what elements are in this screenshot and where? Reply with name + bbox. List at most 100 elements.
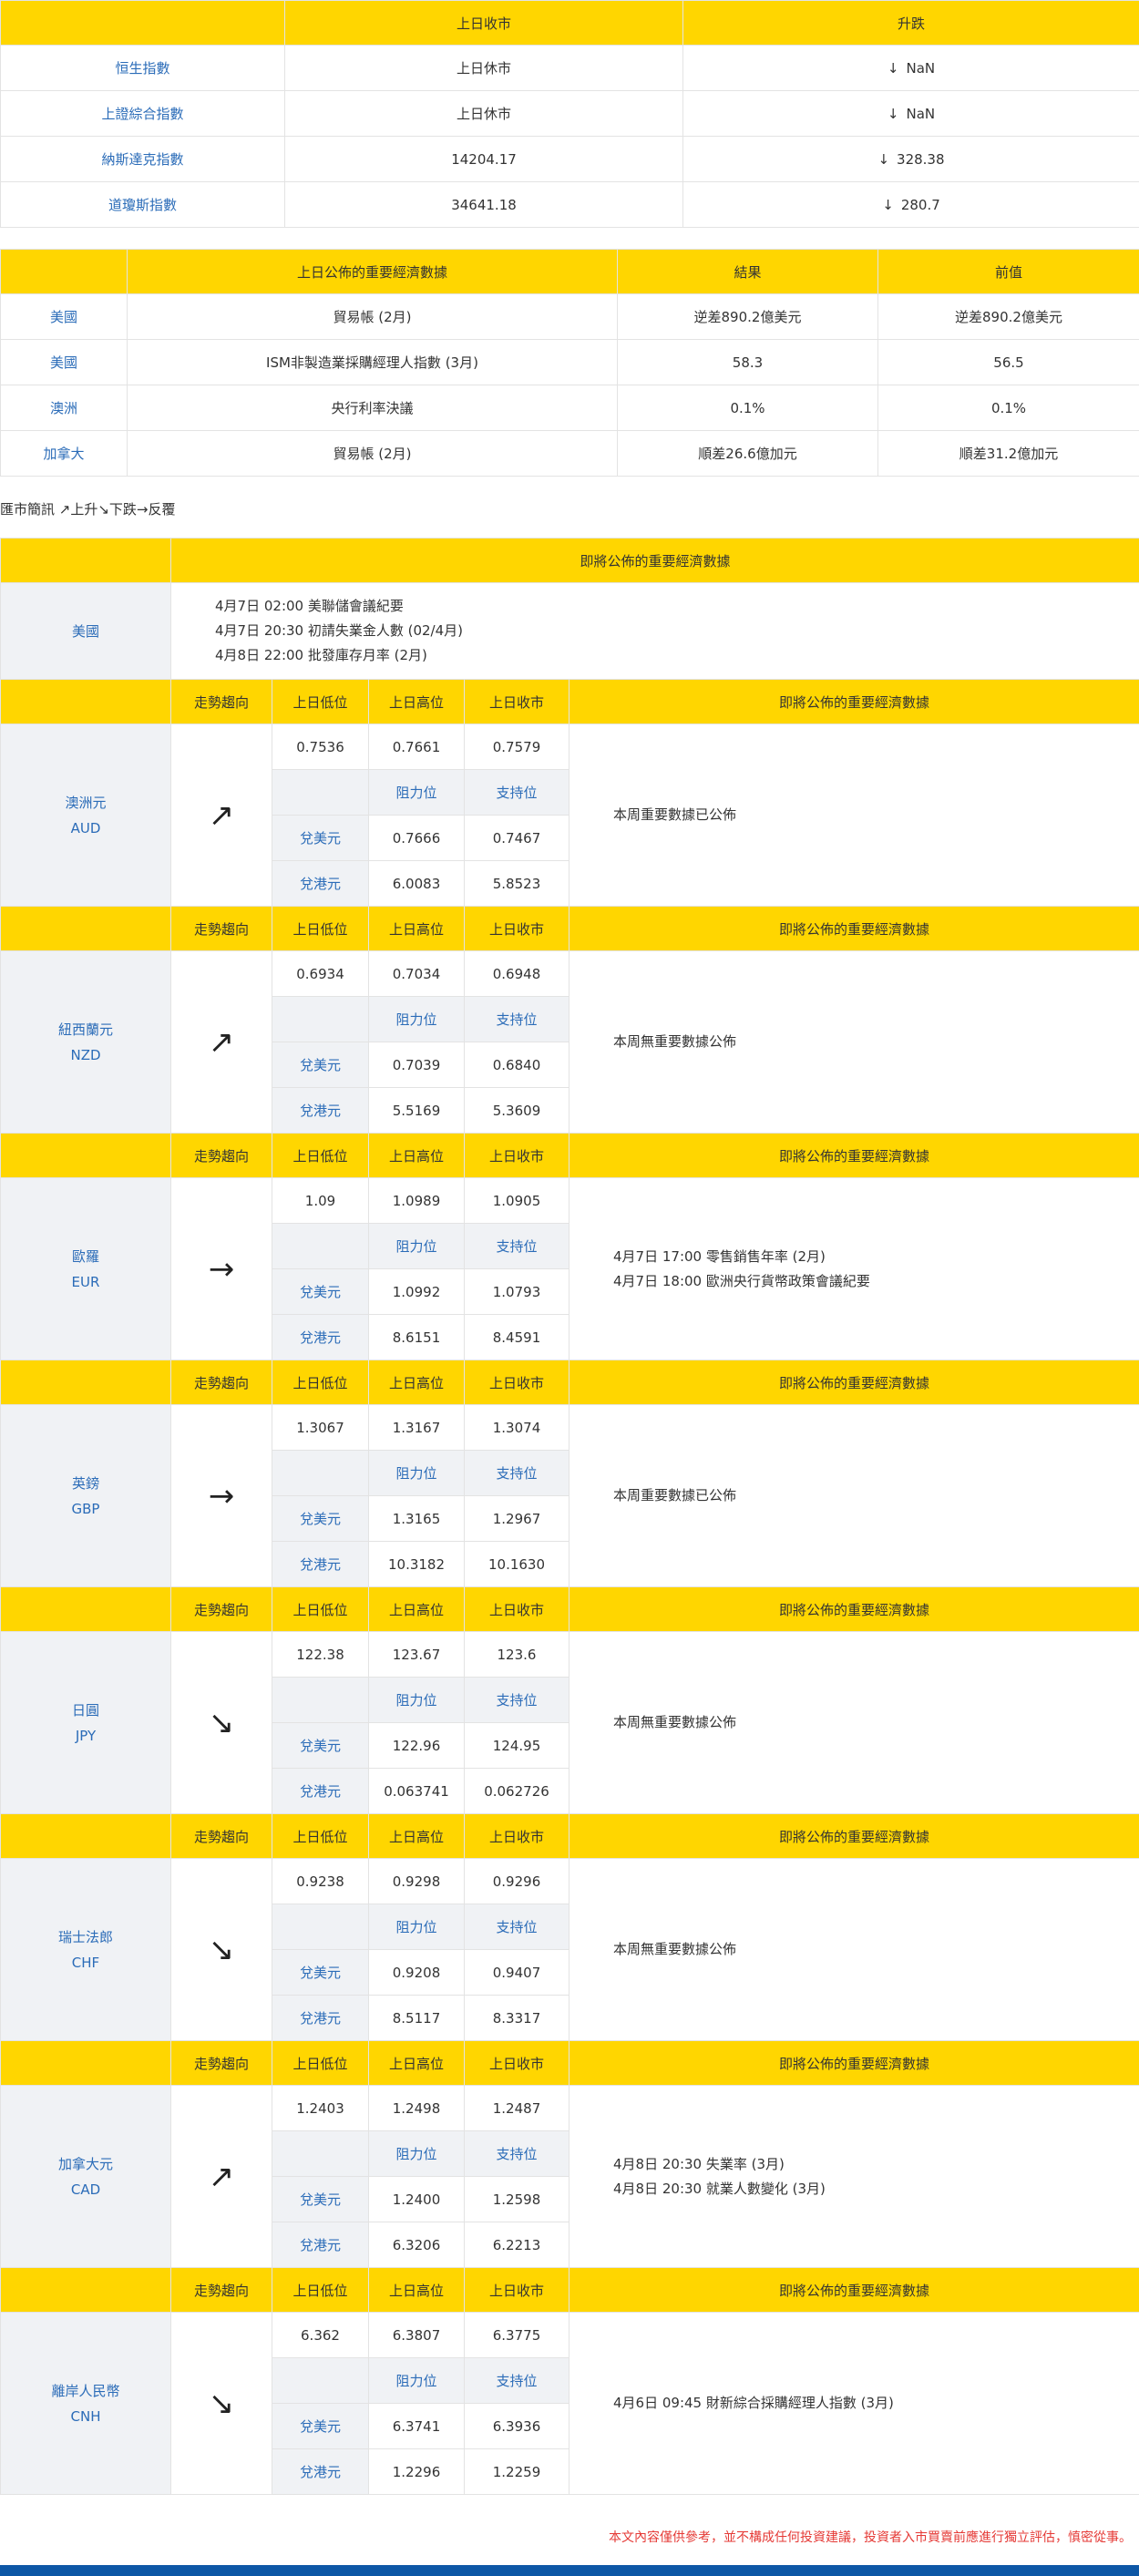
currency-code: CAD [70,2181,101,2198]
currency-header-close: 上日收市 [464,906,570,951]
prev-close: 1.2487 [464,2085,570,2131]
upcoming-row: 美國 4月7日 02:00 美聯儲會議紀要 4月7日 20:30 初請失業金人數… [0,582,1139,680]
resistance-label: 阻力位 [368,1223,465,1269]
prev-high: 0.7661 [368,724,465,770]
currency-header-trend: 走勢趨向 [170,679,272,724]
currency-header-low: 上日低位 [272,2267,369,2313]
currency-header-trend: 走勢趨向 [170,1133,272,1178]
currency-event: 4月6日 09:45 財新綜合採購經理人指數 (3月) [613,2395,894,2411]
level-header-blank [272,2357,369,2404]
currency-header-high: 上日高位 [368,679,465,724]
currency-header-close: 上日收市 [464,1360,570,1405]
currency-code: AUD [70,819,101,836]
economic-header-item: 上日公佈的重要經濟數據 [127,249,618,294]
economic-country: 加拿大 [0,430,128,477]
prev-high: 123.67 [368,1631,465,1678]
currency-header-high: 上日高位 [368,1586,465,1632]
currency-header-trend: 走勢趨向 [170,2040,272,2086]
support-label: 支持位 [464,996,570,1042]
level-header-blank [272,769,369,816]
prev-close: 123.6 [464,1631,570,1678]
usd-resistance: 0.7039 [368,1042,465,1088]
fx-table: 即將公佈的重要經濟數據 美國 4月7日 02:00 美聯儲會議紀要 4月7日 2… [0,538,1139,2495]
prev-low: 0.9238 [272,1858,369,1904]
prev-close: 6.3775 [464,2312,570,2358]
currency-header-trend: 走勢趨向 [170,1360,272,1405]
currency-header-row: 走勢趨向 上日低位 上日高位 上日收市 即將公佈的重要經濟數據 [0,1586,1139,1632]
currency-header-low: 上日低位 [272,906,369,951]
hkd-support: 0.062726 [464,1768,570,1814]
upcoming-header-blank [0,538,171,583]
currency-header-row: 走勢趨向 上日低位 上日高位 上日收市 即將公佈的重要經濟數據 [0,1360,1139,1405]
currency-header-blank [0,679,171,724]
currency-header-events: 即將公佈的重要經濟數據 [569,2267,1139,2313]
prev-low: 1.09 [272,1177,369,1224]
usd-resistance: 1.0992 [368,1268,465,1315]
currency-header-blank [0,2040,171,2086]
currency-event: 本周重要數據已公佈 [613,1487,737,1504]
trend-arrow-icon: ↘ [170,1858,272,2041]
prev-high: 0.7034 [368,950,465,997]
trend-arrow-icon: ↘ [170,2312,272,2495]
vs-usd-label: 兌美元 [272,2176,369,2222]
prev-high: 6.3807 [368,2312,465,2358]
vs-usd-label: 兌美元 [272,1268,369,1315]
trend-arrow-icon: ↘ [170,1631,272,1814]
resistance-label: 阻力位 [368,769,465,816]
indices-row: 道瓊斯指數 34641.18 ↓ 280.7 [0,181,1139,228]
indices-header-close: 上日收市 [284,0,683,46]
index-close: 34641.18 [284,181,683,228]
support-label: 支持位 [464,769,570,816]
currency-name-zh: 歐羅 [71,1247,99,1265]
hkd-resistance: 8.6151 [368,1314,465,1360]
hkd-resistance: 6.3206 [368,2222,465,2268]
currency-values-row: 英鎊 GBP → 1.3067 1.3167 1.3074 本周重要數據已公佈 [0,1404,1139,1587]
down-arrow-icon: ↓ [877,150,890,168]
currency-code: JPY [75,1727,97,1744]
currency-header-trend: 走勢趨向 [170,1586,272,1632]
currency-values-row: 日圓 JPY ↘ 122.38 123.67 123.6 本周無重要數據公佈 [0,1631,1139,1814]
currency-header-trend: 走勢趨向 [170,906,272,951]
indices-header-blank [0,0,285,46]
fx-legend: 匯市簡訊 ↗上升↘下跌→反覆 [0,501,176,518]
level-header-blank [272,2130,369,2177]
currency-name-zh: 澳洲元 [65,794,107,811]
economic-previous: 順差31.2億加元 [877,430,1139,477]
usd-support: 0.6840 [464,1042,570,1088]
vs-usd-label: 兌美元 [272,1042,369,1088]
prev-close: 1.3074 [464,1404,570,1451]
trend-arrow-icon: → [170,1404,272,1587]
currency-header-row: 走勢趨向 上日低位 上日高位 上日收市 即將公佈的重要經濟數據 [0,1133,1139,1178]
hkd-support: 10.1630 [464,1541,570,1587]
economic-item: 央行利率決議 [127,385,618,431]
upcoming-header-row: 即將公佈的重要經濟數據 [0,538,1139,583]
prev-close: 0.6948 [464,950,570,997]
upcoming-event: 4月7日 20:30 初請失業金人數 (02/4月) [215,622,464,639]
level-header-blank [272,1450,369,1496]
currency-header-low: 上日低位 [272,1586,369,1632]
level-header-blank [272,1904,369,1950]
currency-event: 本周重要數據已公佈 [613,806,737,823]
currency-header-close: 上日收市 [464,2040,570,2086]
usd-resistance: 1.2400 [368,2176,465,2222]
economic-previous: 0.1% [877,385,1139,431]
currency-event: 本周無重要數據公佈 [613,1714,737,1730]
currency-header-events: 即將公佈的重要經濟數據 [569,2040,1139,2086]
currency-code: EUR [71,1273,100,1290]
index-change: ↓ 328.38 [682,136,1139,182]
upcoming-header: 即將公佈的重要經濟數據 [170,538,1139,583]
currency-header-low: 上日低位 [272,1813,369,1859]
index-change: ↓ NaN [682,45,1139,91]
currency-name: 瑞士法郎 CHF [0,1858,171,2041]
currency-event: 本周無重要數據公佈 [613,1033,737,1050]
indices-row: 納斯達克指數 14204.17 ↓ 328.38 [0,136,1139,182]
currency-header-trend: 走勢趨向 [170,1813,272,1859]
currency-name-zh: 日圓 [71,1701,99,1719]
currency-header-events: 即將公佈的重要經濟數據 [569,906,1139,951]
upcoming-country: 美國 [0,582,171,680]
footer-bar [0,2565,1139,2576]
currency-header-high: 上日高位 [368,2267,465,2313]
vs-hkd-label: 兌港元 [272,1087,369,1134]
economic-result: 58.3 [617,339,878,385]
vs-usd-label: 兌美元 [272,1722,369,1769]
